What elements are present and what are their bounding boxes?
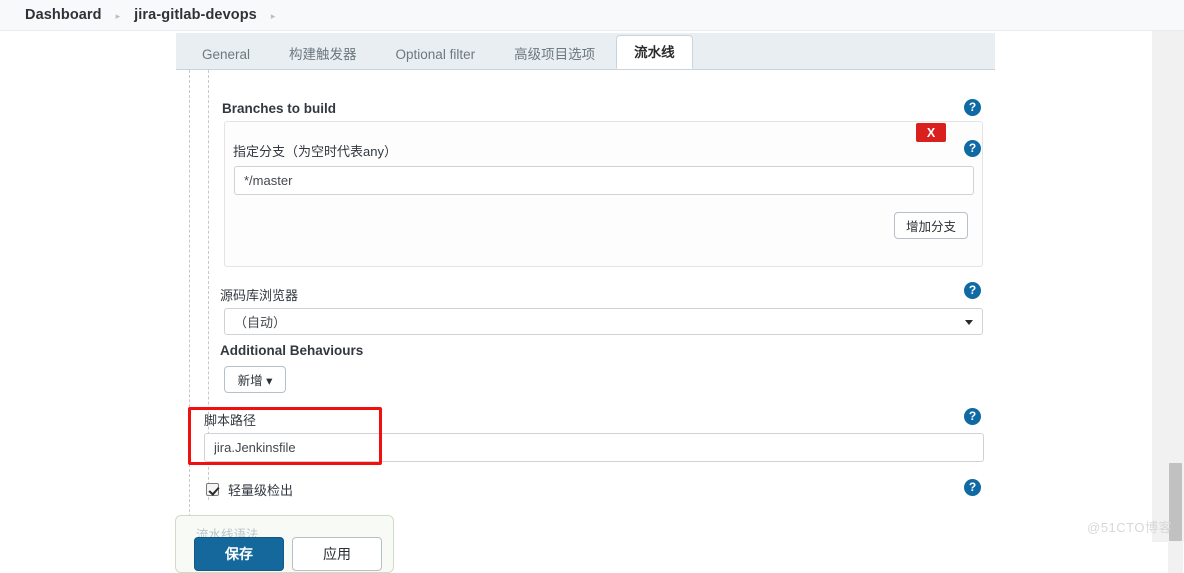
config-tab-bar: General 构建触发器 Optional filter 高级项目选项 流水线	[176, 33, 995, 70]
save-button[interactable]: 保存	[194, 537, 284, 571]
tab-optional-filter[interactable]: Optional filter	[378, 38, 494, 69]
pipeline-form-body: Branches to build ? X ? 指定分支（为空时代表any） 增…	[176, 70, 995, 542]
repository-browser-select[interactable]: （自动）	[224, 308, 983, 335]
branch-spec-label: 指定分支（为空时代表any）	[233, 144, 397, 159]
script-path-input[interactable]	[204, 433, 984, 462]
lightweight-checkout-row[interactable]: 轻量级检出	[206, 480, 293, 499]
job-configuration-panel: General 构建触发器 Optional filter 高级项目选项 流水线…	[176, 31, 995, 542]
watermark: @51CTO博客	[1087, 520, 1172, 535]
caret-down-icon: ▾	[266, 374, 273, 388]
add-behaviour-button[interactable]: 新增 ▾	[224, 366, 286, 393]
add-behaviour-label: 新增	[237, 374, 263, 388]
script-path-label: 脚本路径	[204, 413, 257, 428]
breadcrumb: Dashboard ▸ jira-gitlab-devops ▸	[0, 0, 1184, 31]
branches-to-build-label: Branches to build	[222, 101, 337, 116]
lightweight-checkout-checkbox[interactable]	[206, 483, 219, 496]
breadcrumb-separator-icon: ▸	[115, 10, 121, 21]
tab-build-triggers[interactable]: 构建触发器	[271, 38, 375, 69]
help-icon-script-path[interactable]: ?	[964, 408, 981, 425]
repository-browser-label: 源码库浏览器	[220, 288, 299, 303]
repository-browser-selected-value: （自动）	[234, 315, 287, 330]
add-branch-button[interactable]: 增加分支	[894, 212, 968, 239]
help-icon-lightweight-checkout[interactable]: ?	[964, 479, 981, 496]
branch-spec-input[interactable]	[234, 166, 974, 195]
breadcrumb-item-dashboard[interactable]: Dashboard	[25, 7, 102, 23]
submit-bar: 流水线语法 保存 应用	[175, 515, 394, 573]
breadcrumb-dropdown-chevron-icon[interactable]: ▸	[257, 11, 290, 21]
breadcrumb-item-project[interactable]: jira-gitlab-devops	[134, 7, 257, 23]
tab-advanced-options[interactable]: 高级项目选项	[496, 38, 613, 69]
lightweight-checkout-label: 轻量级检出	[228, 483, 294, 498]
tab-pipeline[interactable]: 流水线	[616, 35, 693, 69]
additional-behaviours-label: Additional Behaviours	[220, 343, 364, 358]
chevron-down-icon	[965, 319, 973, 325]
help-icon-branches-to-build[interactable]: ?	[964, 99, 981, 116]
apply-button[interactable]: 应用	[292, 537, 382, 571]
help-icon-repository-browser[interactable]: ?	[964, 282, 981, 299]
nesting-guide-outer	[189, 70, 190, 542]
remove-branch-button[interactable]: X	[916, 123, 946, 142]
page-body: General 构建触发器 Optional filter 高级项目选项 流水线…	[0, 31, 1184, 573]
help-icon-branch-spec[interactable]: ?	[964, 140, 981, 157]
tab-general[interactable]: General	[184, 38, 268, 69]
